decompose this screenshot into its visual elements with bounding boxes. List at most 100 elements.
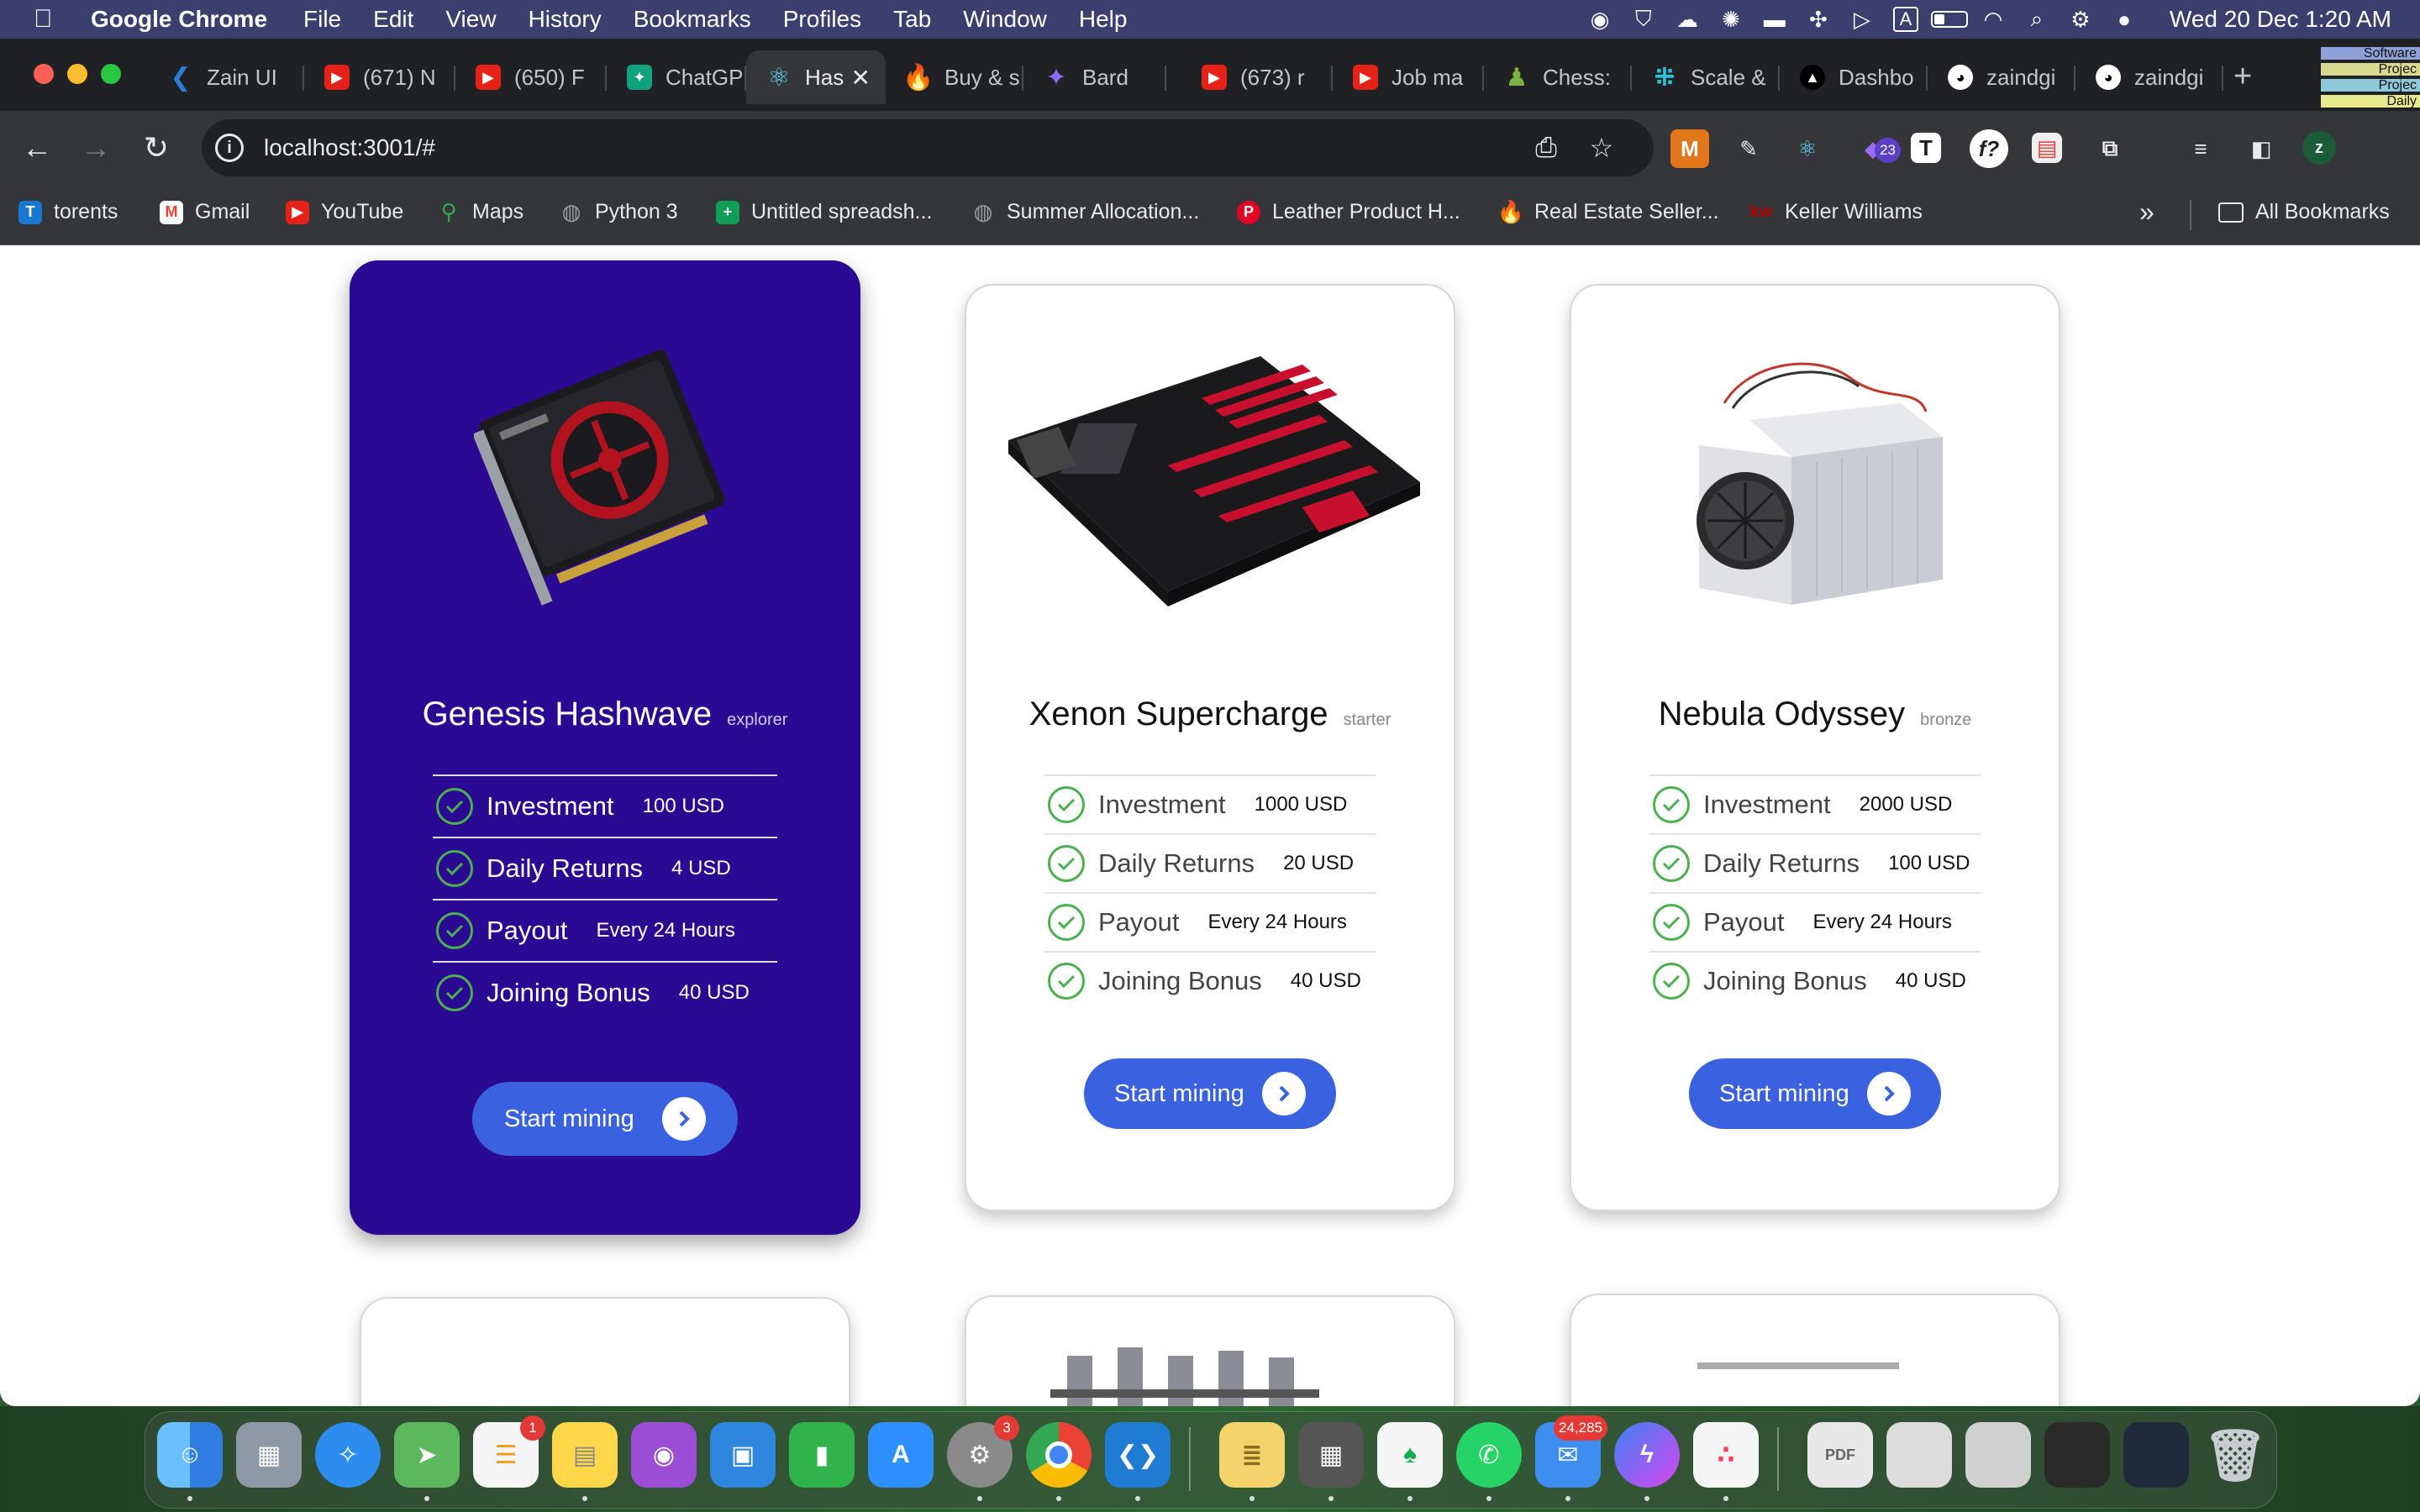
profile-avatar[interactable]: z: [2302, 131, 2336, 165]
menu-window[interactable]: Window: [963, 6, 1047, 33]
reload-icon[interactable]: ↻: [138, 129, 175, 166]
metamask-extension-icon[interactable]: M: [1670, 129, 1709, 168]
vpn-status-icon[interactable]: ◉: [1578, 0, 1622, 39]
input-source-icon[interactable]: A: [1884, 0, 1928, 39]
react-devtools-icon[interactable]: ⚛: [1788, 129, 1827, 168]
tab-zain-ui[interactable]: ❮ Zain UI: [148, 50, 304, 104]
monday-icon[interactable]: ∴: [1693, 1422, 1759, 1488]
siri-icon[interactable]: ●: [2102, 0, 2146, 39]
screenshot-thumb-icon[interactable]: [2123, 1422, 2189, 1488]
menu-edit[interactable]: Edit: [373, 6, 413, 33]
battery-icon[interactable]: [1928, 0, 1971, 39]
bed-status-icon[interactable]: ▬: [1753, 0, 1797, 39]
new-tab-button[interactable]: +: [2233, 59, 2252, 95]
tab-github-2[interactable]: ◕ zaindgi: [2075, 50, 2223, 104]
shield-status-icon[interactable]: ⛉: [1622, 0, 1665, 39]
tab-youtube-671[interactable]: ▶ (671) N: [304, 50, 455, 104]
system-settings-icon[interactable]: ⚙ 3: [947, 1415, 1019, 1488]
whatsapp-icon[interactable]: ✆: [1456, 1422, 1522, 1488]
calendar-extension-icon[interactable]: ▤: [2032, 133, 2062, 163]
all-bookmarks-button[interactable]: All Bookmarks: [2218, 200, 2390, 224]
cloud-alert-status-icon[interactable]: ☁: [1665, 0, 1709, 39]
bookmark-untitled-spreadsheet[interactable]: + Untitled spreadsh...: [716, 200, 932, 224]
menu-file[interactable]: File: [303, 6, 341, 33]
tab-youtube-673[interactable]: ▶ (673) r: [1181, 50, 1333, 104]
tab-bard[interactable]: ✦ Bard: [1023, 50, 1166, 104]
bookmark-python3[interactable]: ◍ Python 3: [560, 199, 678, 224]
maximize-window-button[interactable]: [101, 64, 121, 84]
start-mining-button[interactable]: Start mining: [1084, 1058, 1336, 1129]
t-extension-icon[interactable]: T: [1911, 133, 1941, 163]
mail-icon[interactable]: ✉ 24,285: [1535, 1415, 1607, 1488]
launchpad-icon[interactable]: ▦: [236, 1422, 302, 1488]
close-tab-icon[interactable]: ✕: [851, 64, 871, 92]
trash-icon[interactable]: 🗑: [2202, 1422, 2268, 1488]
tab-dashboard[interactable]: ▲ Dashbo: [1780, 50, 1928, 104]
chrome-icon[interactable]: [1026, 1422, 1092, 1488]
play-status-icon[interactable]: ▷: [1840, 0, 1884, 39]
menu-help[interactable]: Help: [1079, 6, 1128, 33]
notes-icon[interactable]: ▤: [552, 1422, 618, 1488]
menu-bookmarks[interactable]: Bookmarks: [634, 6, 751, 33]
spotlight-search-icon[interactable]: ⌕: [2015, 0, 2059, 39]
tab-job-ma[interactable]: ▶ Job ma: [1333, 50, 1484, 104]
keynote-icon[interactable]: ▣: [710, 1422, 776, 1488]
tab-github-1[interactable]: ◕ zaindgi: [1928, 50, 2075, 104]
vscode-dock-icon[interactable]: ❮❯: [1105, 1422, 1171, 1488]
app-store-icon[interactable]: A: [868, 1422, 934, 1488]
brightness-status-icon[interactable]: ✺: [1709, 0, 1753, 39]
eyedropper-extension-icon[interactable]: ✎: [1729, 129, 1768, 168]
more-bookmarks-chevron[interactable]: »: [2139, 197, 2154, 228]
bookmark-youtube[interactable]: ▶ YouTube: [286, 200, 403, 224]
control-center-icon[interactable]: ⚙: [2059, 0, 2102, 39]
bookmark-torents[interactable]: Ttorents: [18, 200, 118, 224]
reading-list-icon[interactable]: ≡: [2181, 129, 2220, 168]
pdf-file-icon[interactable]: PDF: [1807, 1422, 1873, 1488]
finder-icon[interactable]: ☺: [157, 1422, 223, 1488]
install-app-icon[interactable]: ⎙: [1529, 131, 1563, 165]
extensions-puzzle-icon[interactable]: ⧉: [2091, 129, 2129, 168]
menu-history[interactable]: History: [529, 6, 602, 33]
start-mining-button[interactable]: Start mining: [472, 1082, 738, 1156]
bookmark-real-estate-seller[interactable]: 🔥 Real Estate Seller...: [1497, 199, 1719, 224]
url-text[interactable]: localhost:3001/#: [264, 134, 435, 161]
minimize-window-button[interactable]: [67, 64, 87, 84]
tab-chess[interactable]: ♟ Chess:: [1484, 50, 1632, 104]
bookmark-gmail[interactable]: M Gmail: [160, 200, 250, 224]
mongodb-icon[interactable]: ♠: [1377, 1422, 1443, 1488]
maps-app-icon[interactable]: ➤: [394, 1422, 460, 1488]
apple-menu-icon[interactable]: : [34, 5, 67, 34]
calculator-icon[interactable]: ▦: [1298, 1422, 1364, 1488]
screenshot-thumb-icon[interactable]: [2044, 1422, 2110, 1488]
messenger-icon[interactable]: ϟ: [1614, 1422, 1680, 1488]
tab-scale[interactable]: ⁜ Scale &: [1632, 50, 1780, 104]
bookmark-maps[interactable]: ⚲ Maps: [437, 199, 523, 224]
bookmark-summer-allocation[interactable]: ◍ Summer Allocation...: [971, 199, 1200, 224]
tab-active-hashwave[interactable]: ⚛ Has ✕: [746, 50, 886, 104]
start-mining-button[interactable]: Start mining: [1689, 1058, 1941, 1129]
forward-arrow-icon[interactable]: →: [77, 129, 114, 166]
podcasts-icon[interactable]: ◉: [631, 1422, 697, 1488]
extension-badge-icon[interactable]: ◆ 23: [1854, 129, 1901, 168]
numbers-icon[interactable]: ▮: [789, 1422, 855, 1488]
address-bar[interactable]: i localhost:3001/# ⎙ ☆: [202, 119, 1654, 176]
screenshot-thumb-icon[interactable]: [1886, 1422, 1952, 1488]
menu-profiles[interactable]: Profiles: [783, 6, 861, 33]
close-window-button[interactable]: [34, 64, 54, 84]
bookmark-keller-williams[interactable]: kw Keller Williams: [1749, 200, 1923, 224]
back-arrow-icon[interactable]: ←: [18, 129, 55, 166]
menu-view[interactable]: View: [445, 6, 496, 33]
wifi-icon[interactable]: ◠: [1971, 0, 2015, 39]
screenshot-thumb-icon[interactable]: [1965, 1422, 2031, 1488]
tab-chatgpt[interactable]: ✦ ChatGP: [607, 50, 746, 104]
fan-status-icon[interactable]: ✣: [1797, 0, 1840, 39]
reminders-icon[interactable]: ☰ 1: [473, 1415, 545, 1488]
safari-icon[interactable]: ✧: [315, 1422, 381, 1488]
menu-tab[interactable]: Tab: [893, 6, 931, 33]
app-name-menu[interactable]: Google Chrome: [91, 6, 267, 33]
side-panel-icon[interactable]: ◧: [2242, 129, 2281, 168]
tab-youtube-650[interactable]: ▶ (650) F: [455, 50, 607, 104]
site-info-icon[interactable]: i: [215, 134, 244, 162]
tab-buy-sell[interactable]: 🔥 Buy & s: [886, 50, 1023, 104]
stickies-icon[interactable]: ≣: [1219, 1422, 1285, 1488]
